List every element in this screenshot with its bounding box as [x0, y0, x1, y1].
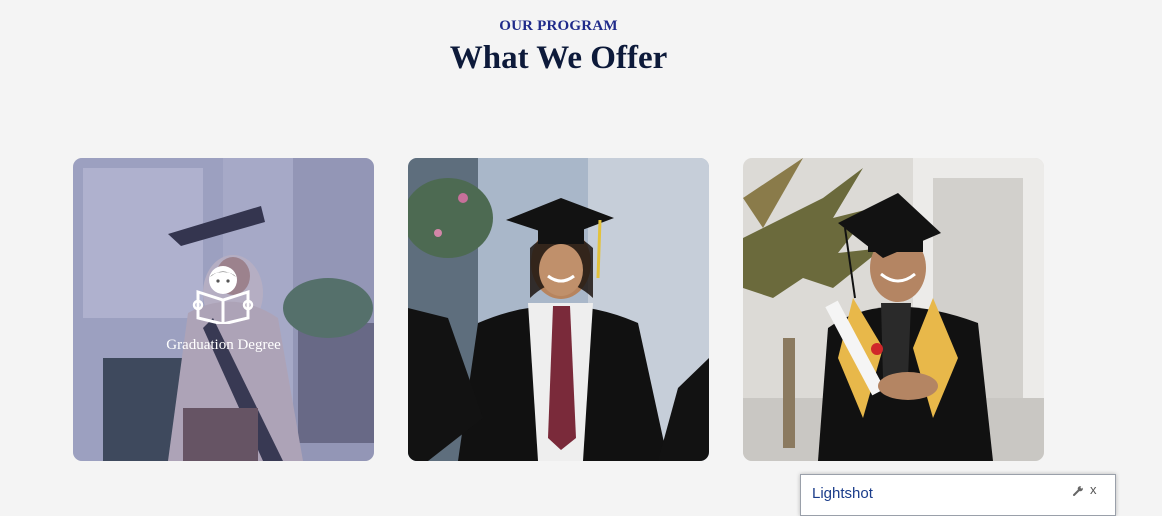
program-eyebrow: OUR PROGRAM: [499, 18, 618, 34]
graduate-photo-diploma: [743, 158, 1044, 461]
section-title: What We Offer: [449, 40, 668, 76]
wrench-icon[interactable]: [1072, 485, 1084, 497]
student-reading-icon: [192, 266, 254, 324]
close-icon[interactable]: x: [1090, 482, 1097, 497]
lightshot-title: Lightshot: [812, 485, 873, 502]
offer-label: Graduation Degree: [166, 337, 281, 353]
graduate-photo-cheering: [408, 158, 709, 461]
offer-card-2[interactable]: [408, 158, 709, 461]
offer-card-graduation[interactable]: Graduation Degree: [73, 158, 374, 461]
lightshot-popup[interactable]: Lightshot x: [800, 474, 1116, 516]
offer-card-3[interactable]: [743, 158, 1044, 461]
